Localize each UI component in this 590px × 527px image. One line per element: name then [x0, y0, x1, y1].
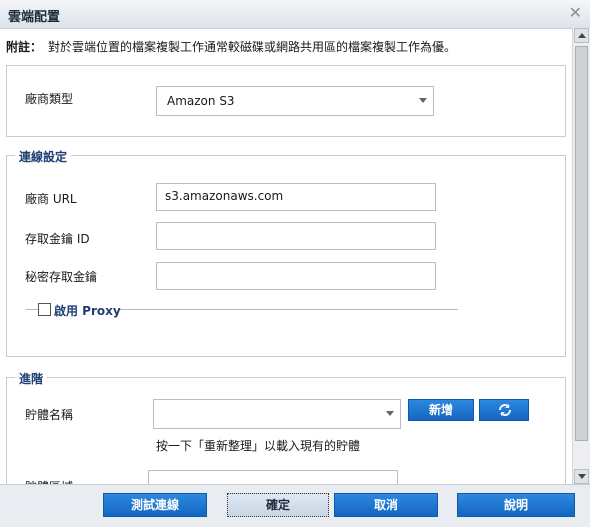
refresh-icon: [499, 404, 511, 416]
dialog-titlebar: 雲端配置 ✕: [0, 0, 590, 29]
add-bucket-button[interactable]: 新增: [408, 399, 474, 421]
chevron-down-icon: [419, 98, 427, 103]
refresh-hint: 按一下「重新整理」以載入現有的貯體: [156, 439, 361, 453]
note: 附註： 對於雲端位置的檔案複製工作通常較磁碟或網路共用區的檔案複製工作為優。: [6, 38, 456, 55]
scroll-down-icon[interactable]: [574, 469, 589, 484]
dialog-footer: 測試連線 確定 取消 說明: [0, 484, 590, 527]
test-connection-button[interactable]: 測試連線: [103, 493, 207, 517]
close-icon[interactable]: ✕: [569, 3, 582, 22]
access-key-id-field[interactable]: [156, 222, 436, 250]
scrollbar-thumb[interactable]: [575, 46, 588, 441]
help-button[interactable]: 說明: [457, 493, 575, 517]
vendor-type-label: 廠商類型: [25, 92, 74, 106]
note-text: 對於雲端位置的檔案複製工作通常較磁碟或網路共用區的檔案複製工作為優。: [48, 40, 457, 54]
bucket-region-field[interactable]: [148, 470, 398, 484]
connection-legend: 連線設定: [15, 148, 72, 165]
access-key-id-label: 存取金鑰 ID: [25, 232, 90, 246]
proxy-divider-right: [120, 309, 458, 310]
vertical-scrollbar[interactable]: [572, 28, 590, 484]
refresh-button[interactable]: [479, 399, 529, 421]
advanced-legend: 進階: [15, 370, 48, 387]
proxy-checkbox[interactable]: [38, 303, 51, 316]
cancel-button[interactable]: 取消: [334, 493, 438, 517]
bucket-name-select[interactable]: [153, 399, 401, 429]
secret-key-field[interactable]: [156, 262, 436, 290]
secret-key-label: 秘密存取金鑰: [25, 270, 98, 284]
vendor-type-select[interactable]: Amazon S3: [156, 86, 434, 116]
dialog-title: 雲端配置: [8, 10, 61, 25]
vendor-type-value: Amazon S3: [167, 94, 235, 108]
proxy-label[interactable]: 啟用 Proxy: [54, 302, 121, 319]
ok-button[interactable]: 確定: [227, 493, 329, 517]
chevron-down-icon: [386, 411, 394, 416]
vendor-url-label: 廠商 URL: [25, 192, 77, 206]
bucket-name-label: 貯體名稱: [25, 408, 74, 422]
proxy-divider-left: [26, 309, 38, 310]
vendor-url-field[interactable]: s3.amazonaws.com: [156, 183, 436, 211]
scroll-up-icon[interactable]: [574, 28, 589, 43]
note-label: 附註：: [6, 40, 43, 54]
